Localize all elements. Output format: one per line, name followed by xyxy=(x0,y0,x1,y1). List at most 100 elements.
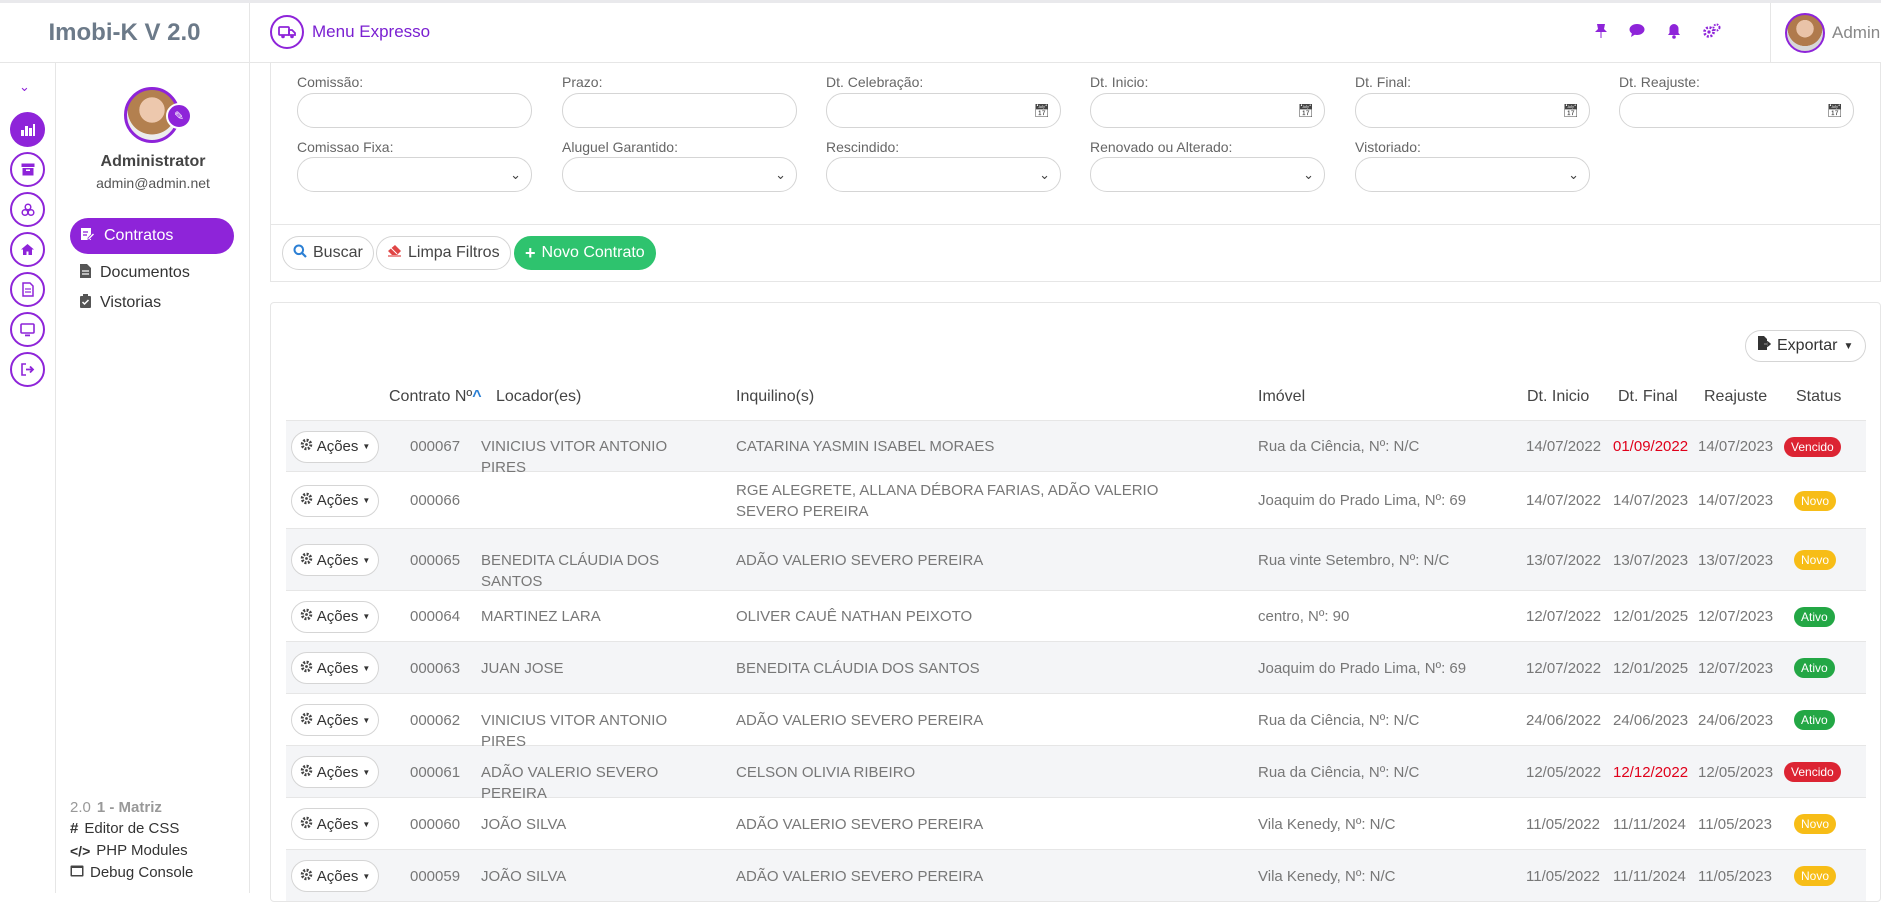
acoes-dropdown-button[interactable]: Ações ▼ xyxy=(291,652,379,684)
icon-rail: ⌄ xyxy=(0,63,56,893)
pencil-icon[interactable]: ✎ xyxy=(166,103,192,129)
prazo-label: Prazo: xyxy=(562,74,603,90)
cell-imovel: Joaquim do Prado Lima, Nº: 69 xyxy=(1258,659,1467,677)
chat-icon[interactable] xyxy=(1629,23,1645,44)
vistoriado-label: Vistoriado: xyxy=(1355,139,1421,155)
vistoriado-select[interactable]: ⌄ xyxy=(1355,157,1590,192)
cell-inquilino: ADÃO VALERIO SEVERO PEREIRA xyxy=(736,815,984,833)
acoes-dropdown-button[interactable]: Ações ▼ xyxy=(291,430,379,463)
acoes-dropdown-button[interactable]: Ações ▼ xyxy=(291,704,379,736)
table-row[interactable]: Ações ▼ 000062 VINICIUS VITOR ANTONIO PIRES… xyxy=(286,694,1866,750)
aluguel-garantido-select[interactable]: ⌄ xyxy=(562,157,797,192)
table-row[interactable]: Ações ▼ 000065 BENEDITA CLÁUDIA DOS SANTOS A… xyxy=(286,529,1866,591)
bell-icon[interactable] xyxy=(1667,23,1681,44)
home-icon[interactable] xyxy=(10,232,45,267)
clipboard-check-icon xyxy=(80,293,91,313)
cell-reajuste: 11/05/2023 xyxy=(1698,867,1772,885)
calendar-icon[interactable]: 📅︎ xyxy=(1297,103,1314,119)
editor-css-link[interactable]: # Editor de CSS xyxy=(70,820,179,837)
dt-celebracao-input[interactable]: 📅︎ xyxy=(826,93,1061,128)
chart-icon[interactable] xyxy=(10,112,45,147)
table-row[interactable]: Ações ▼ 000060 JOÃO SILVA ADÃO VALERIO SEVER… xyxy=(286,798,1866,850)
hash-icon: # xyxy=(70,820,79,837)
dt-final-input[interactable]: 📅︎ xyxy=(1355,93,1590,128)
table-row[interactable]: Ações ▼ 000066 RGE ALEGRETE, ALLANA DÉBORA … xyxy=(286,472,1866,529)
header-dt-final[interactable]: Dt. Final xyxy=(1618,388,1678,406)
gears-icon[interactable] xyxy=(1703,23,1721,44)
table-row[interactable]: Ações ▼ 000063 JUAN JOSE BENEDITA CLÁUDIA DO… xyxy=(286,642,1866,694)
table-row[interactable]: Ações ▼ 000061 ADÃO VALERIO SEVERO PEREIRA C… xyxy=(286,746,1866,802)
topbar-user-name[interactable]: Administrator xyxy=(1832,23,1881,43)
cell-imovel: Rua da Ciência, Nº: N/C xyxy=(1258,438,1420,455)
php-modules-label: PHP Modules xyxy=(96,842,188,859)
file-icon[interactable] xyxy=(10,272,45,307)
status-badge: Novo xyxy=(1794,490,1837,511)
top-bar: Menu Expresso Administrator xyxy=(250,3,1881,63)
logout-icon[interactable] xyxy=(10,352,45,387)
calendar-icon[interactable]: 📅︎ xyxy=(1826,103,1843,119)
aluguel-garantido-label: Aluguel Garantido: xyxy=(562,139,678,155)
acoes-dropdown-button[interactable]: Ações ▼ xyxy=(291,756,379,788)
cell-dt-inicio: 12/07/2022 xyxy=(1526,608,1602,625)
prazo-input[interactable] xyxy=(562,93,797,128)
rescindido-select[interactable]: ⌄ xyxy=(826,157,1061,192)
cell-dt-inicio: 13/07/2022 xyxy=(1526,551,1602,569)
user-avatar[interactable] xyxy=(1785,13,1825,53)
archive-icon[interactable] xyxy=(10,152,45,187)
cell-dt-final: 01/09/2022 xyxy=(1613,438,1689,455)
network-icon[interactable] xyxy=(10,192,45,227)
header-status[interactable]: Status xyxy=(1796,388,1841,406)
header-contrato[interactable]: Contrato Nº^ xyxy=(389,388,482,406)
table-row[interactable]: Ações ▼ 000067 VINICIUS VITOR ANTONIO PIRES… xyxy=(286,421,1866,476)
renovado-select[interactable]: ⌄ xyxy=(1090,157,1325,192)
dt-reajuste-input[interactable]: 📅︎ xyxy=(1619,93,1854,128)
dt-inicio-input[interactable]: 📅︎ xyxy=(1090,93,1325,128)
cell-reajuste: 24/06/2023 xyxy=(1698,711,1774,729)
acoes-dropdown-button[interactable]: Ações ▼ xyxy=(291,808,379,840)
sidebar-item-contratos[interactable]: Contratos xyxy=(70,218,234,254)
comissao-input[interactable] xyxy=(297,93,532,128)
table-row[interactable]: Ações ▼ 000059 JOÃO SILVA ADÃO VALERIO SEVER… xyxy=(286,850,1866,902)
sort-up-icon[interactable]: ^ xyxy=(472,388,481,405)
buscar-label: Buscar xyxy=(313,244,363,261)
cell-locador: MARTINEZ LARA xyxy=(481,608,601,625)
debug-console-link[interactable]: Debug Console xyxy=(70,864,193,881)
header-inquilino[interactable]: Inquilino(s) xyxy=(736,388,814,406)
app-title[interactable]: Imobi-K V 2.0 xyxy=(0,3,250,63)
pin-icon[interactable] xyxy=(1595,23,1607,44)
header-imovel[interactable]: Imóvel xyxy=(1258,388,1305,406)
limpa-filtros-button[interactable]: Limpa Filtros xyxy=(376,236,511,270)
acoes-dropdown-button[interactable]: Ações ▼ xyxy=(291,484,379,517)
php-modules-link[interactable]: </> PHP Modules xyxy=(70,842,188,859)
chevron-down-icon[interactable]: ⌄ xyxy=(19,79,30,95)
top-icons xyxy=(1595,23,1721,44)
monitor-icon[interactable] xyxy=(10,312,45,347)
table-row[interactable]: Ações ▼ 000064 MARTINEZ LARA OLIVER CAUÊ NAT… xyxy=(286,591,1866,642)
cell-locador: JUAN JOSE xyxy=(481,659,564,677)
menu-expresso-button[interactable]: Menu Expresso xyxy=(270,15,430,49)
gear-icon xyxy=(300,492,313,509)
limpa-filtros-label: Limpa Filtros xyxy=(408,244,500,261)
buscar-button[interactable]: Buscar xyxy=(282,236,374,270)
header-locador[interactable]: Locador(es) xyxy=(496,388,581,406)
caret-down-icon: ▼ xyxy=(1843,340,1854,352)
header-dt-inicio[interactable]: Dt. Inicio xyxy=(1527,388,1589,406)
acoes-dropdown-button[interactable]: Ações ▼ xyxy=(291,860,379,892)
acoes-label: Ações xyxy=(316,608,359,625)
sidebar-item-vistorias[interactable]: Vistorias xyxy=(70,285,234,321)
comissao-fixa-select[interactable]: ⌄ xyxy=(297,157,532,192)
novo-contrato-button[interactable]: + Novo Contrato xyxy=(514,236,656,270)
acoes-dropdown-button[interactable]: Ações ▼ xyxy=(291,544,379,576)
gear-icon xyxy=(300,552,313,569)
sidebar-item-label: Contratos xyxy=(104,227,174,244)
header-reajuste[interactable]: Reajuste xyxy=(1704,388,1767,406)
cell-locador: JOÃO SILVA xyxy=(481,815,567,833)
calendar-icon[interactable]: 📅︎ xyxy=(1562,103,1579,119)
calendar-icon[interactable]: 📅︎ xyxy=(1033,103,1050,119)
acoes-dropdown-button[interactable]: Ações ▼ xyxy=(291,600,379,633)
exportar-button[interactable]: Exportar ▼ xyxy=(1745,330,1867,362)
cell-dt-final: 12/01/2025 xyxy=(1613,659,1689,677)
chevron-down-icon: ⌄ xyxy=(775,167,786,182)
novo-contrato-label: Novo Contrato xyxy=(541,244,645,261)
renovado-label: Renovado ou Alterado: xyxy=(1090,139,1233,155)
